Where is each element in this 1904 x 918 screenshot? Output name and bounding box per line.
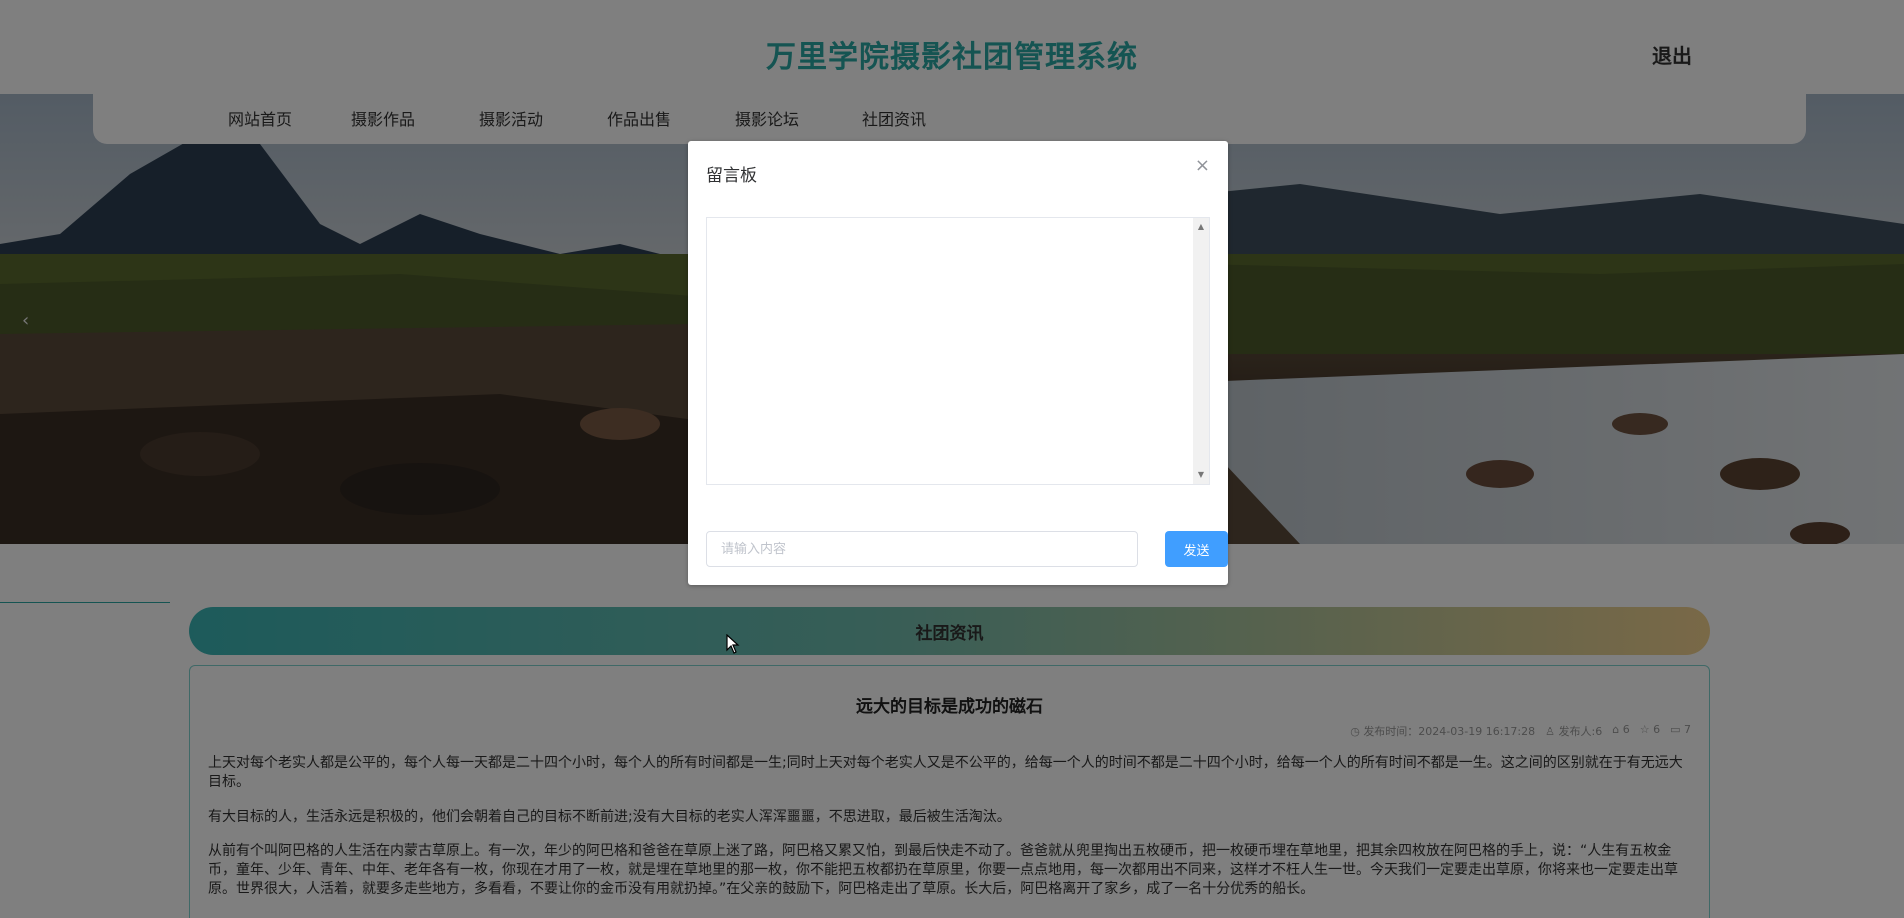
message-input[interactable] [706,531,1138,567]
dialog-title: 留言板 [706,166,757,186]
message-list[interactable]: ▲ ▼ [706,217,1210,485]
mouse-cursor-icon [726,634,740,654]
page: 万里学院摄影社团管理系统 退出 [0,0,1904,918]
message-scrollbar[interactable]: ▲ ▼ [1193,218,1209,484]
scroll-up-icon[interactable]: ▲ [1193,220,1209,234]
scroll-down-icon[interactable]: ▼ [1193,468,1209,482]
send-button[interactable]: 发送 [1165,531,1228,567]
close-icon[interactable]: × [1195,155,1210,176]
message-board-dialog: 留言板 × ▲ ▼ 发送 [688,141,1228,585]
message-input-row: 发送 [706,531,1228,567]
